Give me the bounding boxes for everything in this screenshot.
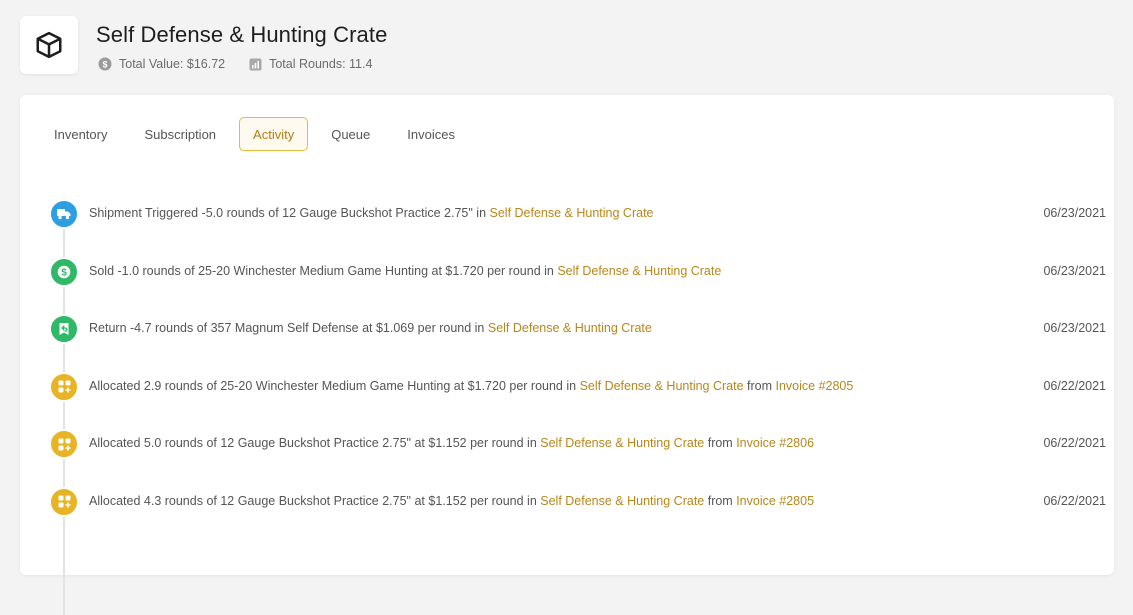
activity-date: 06/23/2021 [1043, 206, 1106, 220]
page-header: Self Defense & Hunting Crate $ Total Val… [20, 16, 1110, 76]
crate-link[interactable]: Self Defense & Hunting Crate [580, 379, 744, 393]
total-rounds-stat: Total Rounds: 11.4 [249, 57, 372, 71]
activity-text: Shipment Triggered -5.0 rounds of 12 Gau… [89, 206, 654, 220]
crate-icon [20, 16, 78, 74]
activity-row: Shipment Triggered -5.0 rounds of 12 Gau… [49, 199, 1106, 257]
activity-date: 06/23/2021 [1043, 263, 1106, 278]
activity-date: 06/23/2021 [1043, 321, 1106, 335]
allocate-icon [49, 371, 79, 402]
tab-inventory[interactable]: Inventory [40, 117, 121, 151]
crate-link[interactable]: Self Defense & Hunting Crate [490, 206, 654, 220]
crate-link[interactable]: Self Defense & Hunting Crate [540, 494, 704, 508]
total-value-text: Total Value: $16.72 [119, 57, 226, 71]
allocate-icon [49, 486, 79, 517]
total-value-stat: $ Total Value: $16.72 [98, 57, 225, 71]
page-title: Self Defense & Hunting Crate [96, 22, 388, 47]
svg-text:$: $ [102, 59, 107, 69]
crate-link[interactable]: Self Defense & Hunting Crate [557, 264, 721, 278]
dollar-icon: $ [49, 256, 79, 287]
activity-text: Allocated 4.3 rounds of 12 Gauge Bucksho… [89, 493, 815, 508]
invoice-link[interactable]: Invoice #2805 [736, 494, 814, 508]
allocate-icon [49, 429, 79, 459]
activity-row: Allocated 2.9 rounds of 25-20 Winchester… [49, 371, 1106, 430]
activity-row: Allocated 4.3 rounds of 12 Gauge Bucksho… [49, 486, 1106, 545]
activity-text: Return -4.7 rounds of 357 Magnum Self De… [89, 321, 652, 335]
activity-date: 06/22/2021 [1043, 378, 1106, 393]
tab-invoices[interactable]: Invoices [393, 117, 469, 151]
dollar-circle-icon: $ [98, 57, 112, 71]
activity-text: Allocated 5.0 rounds of 12 Gauge Bucksho… [89, 436, 815, 450]
activity-row: $ Sold -1.0 rounds of 25-20 Winchester M… [49, 256, 1106, 315]
truck-icon [49, 199, 79, 229]
invoice-link[interactable]: Invoice #2805 [776, 379, 854, 393]
tab-queue[interactable]: Queue [317, 117, 384, 151]
tab-subscription[interactable]: Subscription [130, 117, 230, 151]
crate-stats: $ Total Value: $16.72 Total Rounds: 11.4 [98, 57, 396, 71]
bar-chart-icon [249, 58, 262, 70]
invoice-link[interactable]: Invoice #2806 [736, 436, 814, 450]
svg-text:$: $ [61, 267, 67, 278]
activity-row: Allocated 5.0 rounds of 12 Gauge Bucksho… [49, 429, 1106, 487]
return-icon [49, 314, 79, 344]
activity-timeline: Shipment Triggered -5.0 rounds of 12 Gau… [49, 199, 1106, 615]
crate-link[interactable]: Self Defense & Hunting Crate [540, 436, 704, 450]
crate-link[interactable]: Self Defense & Hunting Crate [488, 321, 652, 335]
activity-date: 06/22/2021 [1043, 493, 1106, 508]
activity-date: 06/22/2021 [1043, 436, 1106, 450]
total-rounds-text: Total Rounds: 11.4 [269, 57, 373, 71]
activity-card: Inventory Subscription Activity Queue In… [20, 95, 1114, 615]
tab-bar: Inventory Subscription Activity Queue In… [40, 117, 478, 151]
activity-text: Allocated 2.9 rounds of 25-20 Winchester… [89, 378, 854, 393]
activity-text: Sold -1.0 rounds of 25-20 Winchester Med… [89, 263, 722, 278]
tab-activity[interactable]: Activity [239, 117, 309, 151]
activity-row: Return -4.7 rounds of 357 Magnum Self De… [49, 314, 1106, 372]
